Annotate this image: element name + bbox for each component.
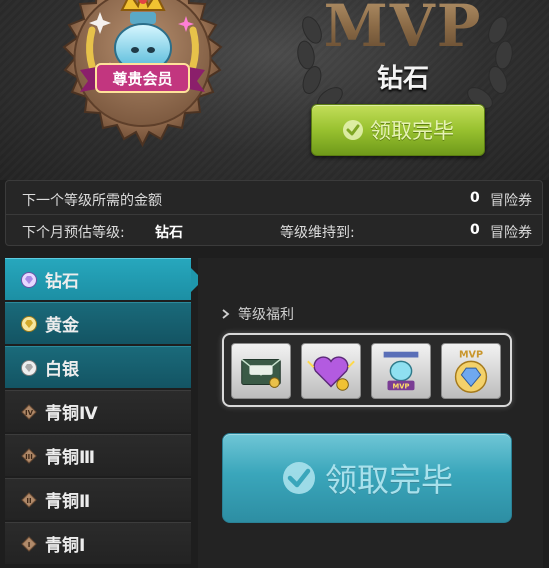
forecast-row: 下个月预估等级: 钻石 等级维持到: 0 冒险券 — [6, 215, 542, 247]
tier-item-diamond[interactable]: 钻石 — [5, 258, 203, 300]
svg-text:II: II — [26, 497, 31, 505]
tier-list: 钻石 黄金 白银 IV 青铜Ⅳ III 青铜Ⅲ II 青铜Ⅱ I 青铜Ⅰ — [5, 258, 203, 568]
claim-complete-label: 领取完毕 — [324, 461, 453, 499]
claim-complete-button-small[interactable]: 领取完毕 — [311, 104, 485, 156]
forecast-value: 钻石 — [155, 225, 183, 241]
svg-text:III: III — [25, 453, 33, 461]
current-tier-name: 钻石 — [376, 64, 429, 94]
bronze-gem-icon: II — [21, 491, 37, 508]
claim-complete-button-large[interactable]: 领取完毕 — [222, 433, 512, 523]
tier-item-bronze-3[interactable]: III 青铜Ⅲ — [5, 434, 191, 476]
benefit-heading: 等级福利 — [222, 304, 294, 324]
bronze-gem-icon: IV — [21, 403, 37, 420]
benefit-item-heart[interactable] — [301, 343, 361, 399]
bronze-gem-icon: III — [21, 447, 37, 464]
silver-gem-icon — [21, 359, 37, 376]
check-circle-icon — [343, 120, 363, 140]
tier-label: 青铜Ⅲ — [45, 448, 96, 468]
check-circle-icon — [282, 462, 315, 494]
tier-item-bronze-2[interactable]: II 青铜Ⅱ — [5, 478, 191, 520]
benefit-item-coupon[interactable] — [231, 343, 291, 399]
tier-benefit-panel: 等级福利 MVP MVP 领取完毕 — [198, 258, 543, 568]
next-level-value: 0 — [470, 190, 480, 206]
svg-text:IV: IV — [25, 409, 34, 417]
benefit-title-text: 等级福利 — [238, 307, 294, 323]
benefit-items-frame: MVP MVP — [222, 333, 512, 407]
next-level-unit: 冒险券 — [490, 193, 532, 209]
svg-text:MVP: MVP — [393, 382, 410, 390]
tier-label: 青铜Ⅳ — [45, 404, 98, 424]
membership-info-panel: 下一个等级所需的金额 0 冒险券 下个月预估等级: 钻石 等级维持到: 0 冒险… — [5, 180, 543, 246]
gold-gem-icon — [21, 315, 37, 332]
coupon-envelope-icon — [241, 358, 281, 388]
mvp-title: MVP — [318, 0, 488, 60]
mvp-trophy-icon: MVP — [383, 351, 419, 390]
membership-header: 尊贵会员 MVP 钻石 领取完毕 — [0, 0, 549, 180]
tier-label: 青铜Ⅱ — [45, 492, 91, 512]
benefit-item-mvp-trophy[interactable]: MVP — [371, 343, 431, 399]
mvp-diamond-icon: MVP — [454, 350, 488, 393]
tier-item-silver[interactable]: 白银 — [5, 346, 191, 388]
bronze-gem-icon: I — [21, 535, 37, 552]
maintain-label: 等级维持到: — [280, 225, 355, 241]
tier-item-gold[interactable]: 黄金 — [5, 302, 191, 344]
badge-ribbon-text: 尊贵会员 — [112, 70, 172, 88]
tier-label: 青铜Ⅰ — [45, 536, 86, 556]
tier-item-bronze-4[interactable]: IV 青铜Ⅳ — [5, 390, 191, 432]
chevron-right-icon — [222, 309, 230, 319]
maintain-unit: 冒险券 — [490, 225, 532, 241]
tier-label: 钻石 — [45, 272, 79, 292]
heart-medal-icon — [307, 356, 355, 391]
maintain-value: 0 — [470, 222, 480, 238]
next-level-label: 下一个等级所需的金额 — [22, 193, 162, 209]
diamond-gem-icon — [21, 271, 37, 288]
tier-label: 黄金 — [45, 316, 79, 336]
next-level-row: 下一个等级所需的金额 0 冒险券 — [6, 183, 542, 215]
vip-badge-emblem: 尊贵会员 — [62, 0, 223, 148]
tier-item-bronze-1[interactable]: I 青铜Ⅰ — [5, 522, 191, 564]
claim-complete-label: 领取完毕 — [370, 119, 454, 143]
svg-text:I: I — [28, 541, 31, 549]
svg-text:MVP: MVP — [459, 350, 483, 361]
tier-label: 白银 — [45, 360, 79, 380]
forecast-label: 下个月预估等级: — [22, 225, 125, 241]
benefit-item-mvp-diamond[interactable]: MVP — [441, 343, 501, 399]
